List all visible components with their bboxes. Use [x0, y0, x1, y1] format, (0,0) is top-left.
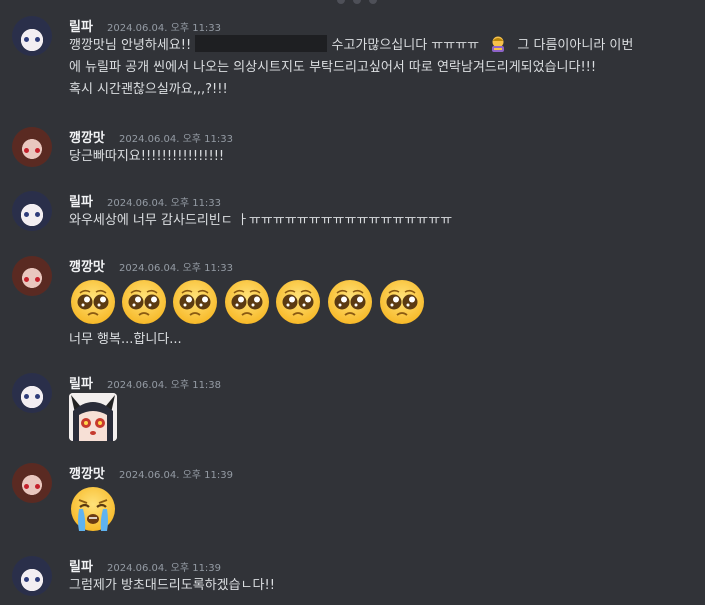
username[interactable]: 릴파	[69, 560, 93, 575]
pleading-face-icon[interactable]	[223, 278, 271, 326]
message-header: 릴파 2024.06.04. 오후 11:33	[69, 16, 221, 35]
message-text: 와우세상에 너무 감사드리빈ㄷ ㅏㅠㅠㅠㅠㅠㅠㅠㅠㅠㅠㅠㅠㅠㅠㅠㅠㅠ	[69, 213, 453, 228]
username[interactable]: 릴파	[69, 195, 93, 210]
timestamp: 2024.06.04. 오후 11:33	[107, 23, 222, 34]
loudly-crying-face-icon[interactable]	[69, 485, 117, 533]
message-header: 릴파 2024.06.04. 오후 11:33	[69, 191, 221, 210]
message-text: 깽깡맛님 안녕하세요!! 수고가많으십니다 ㅠㅠㅠㅠ 그 다름이아니라 이번	[69, 35, 633, 57]
username[interactable]: 깽깡맛	[69, 131, 105, 146]
avatar[interactable]	[12, 556, 52, 596]
emoji-row	[0, 278, 705, 328]
message-header: 릴파 2024.06.04. 오후 11:39	[69, 556, 221, 575]
pleading-face-icon[interactable]	[171, 278, 219, 326]
pleading-face-icon[interactable]	[69, 278, 117, 326]
timestamp: 2024.06.04. 오후 11:39	[107, 563, 222, 574]
pleading-face-icon[interactable]	[378, 278, 426, 326]
avatar[interactable]	[12, 127, 52, 167]
timestamp: 2024.06.04. 오후 11:33	[107, 198, 222, 209]
avatar[interactable]	[12, 191, 52, 231]
message-segment: 그 다름이아니라 이번	[517, 38, 634, 53]
redaction-bar	[195, 35, 328, 52]
pleading-face-icon[interactable]	[326, 278, 374, 326]
message-segment: 깽깡맛님 안녕하세요!!	[69, 38, 192, 53]
timestamp: 2024.06.04. 오후 11:33	[118, 263, 233, 274]
timestamp: 2024.06.04. 오후 11:38	[107, 380, 222, 391]
message-header: 깽깡맛 2024.06.04. 오후 11:33	[69, 256, 233, 275]
avatar[interactable]	[12, 16, 52, 56]
username[interactable]: 깽깡맛	[69, 467, 105, 482]
anime-sticker[interactable]	[69, 393, 117, 441]
scroll-indicator	[0, 0, 705, 8]
username[interactable]: 릴파	[69, 377, 93, 392]
avatar[interactable]	[12, 373, 52, 413]
message-header: 깽깡맛 2024.06.04. 오후 11:33	[69, 127, 233, 146]
username[interactable]: 깽깡맛	[69, 260, 105, 275]
message-segment: 수고가많으십니다 ㅠㅠㅠㅠ	[331, 38, 480, 53]
pleading-face-icon[interactable]	[120, 278, 168, 326]
username[interactable]: 릴파	[69, 20, 93, 35]
person-bowing-icon	[489, 35, 507, 53]
timestamp: 2024.06.04. 오후 11:33	[118, 134, 233, 145]
message-text: 혹시 시간괜찮으실까요,,,?!!!	[69, 82, 228, 97]
message-header: 깽깡맛 2024.06.04. 오후 11:39	[69, 463, 233, 482]
message-text: 그럼제가 방초대드리도록하겠습ㄴ다!!	[69, 578, 275, 593]
message-text: 당근빠따지요!!!!!!!!!!!!!!!!	[69, 149, 225, 164]
message-header: 릴파 2024.06.04. 오후 11:38	[69, 373, 221, 392]
avatar[interactable]	[12, 463, 52, 503]
timestamp: 2024.06.04. 오후 11:39	[118, 470, 233, 481]
pleading-face-icon[interactable]	[274, 278, 322, 326]
message-text: 에 뉴릴파 공개 씬에서 나오는 의상시트지도 부탁드리고싶어서 따로 연락남겨…	[69, 60, 597, 75]
message-text: 너무 행복...합니다...	[69, 332, 182, 347]
